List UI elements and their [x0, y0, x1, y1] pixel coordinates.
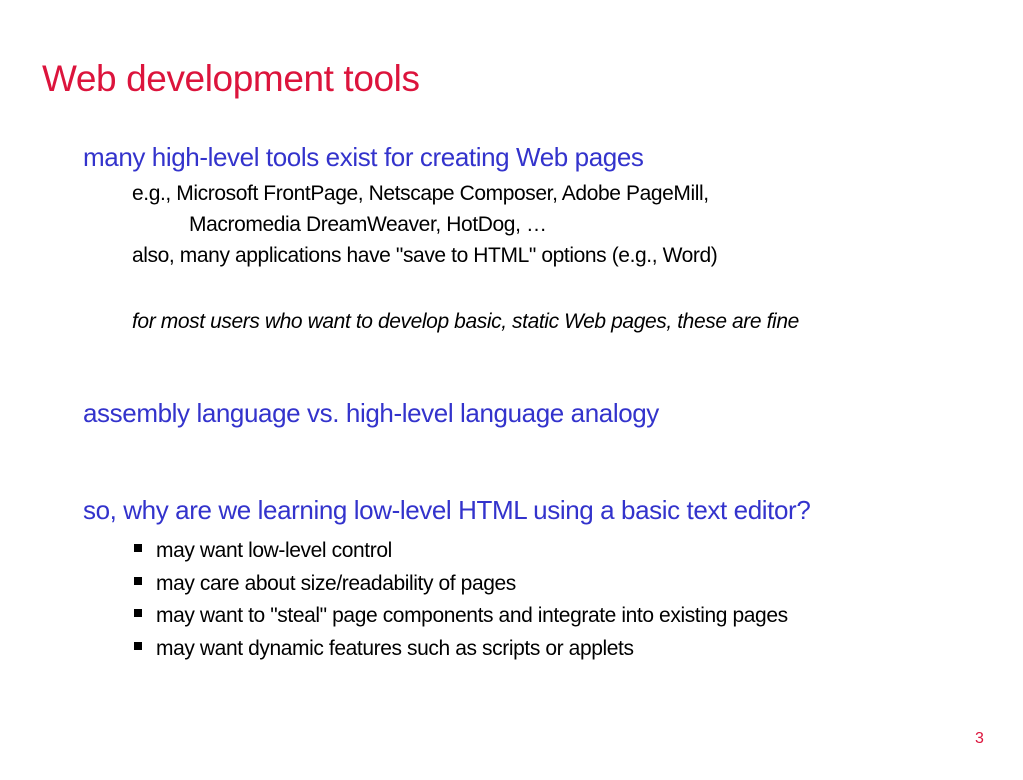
- most-users-note: for most users who want to develop basic…: [132, 310, 799, 333]
- slide-title: Web development tools: [42, 58, 420, 99]
- page-number: 3: [975, 730, 984, 747]
- list-item: may want low-level control: [132, 538, 788, 571]
- list-item-text: may care about size/readability of pages: [156, 571, 516, 595]
- list-item-text: may want dynamic features such as script…: [156, 636, 634, 660]
- list-item-text: may want to "steal" page components and …: [156, 604, 788, 627]
- tools-examples-line: e.g., Microsoft FrontPage, Netscape Comp…: [132, 182, 709, 205]
- heading-high-level-tools: many high-level tools exist for creating…: [83, 142, 644, 172]
- square-bullet-icon: [134, 544, 142, 553]
- save-to-html-line: also, many applications have "save to HT…: [132, 244, 718, 267]
- tools-examples-continued-line: Macromedia DreamWeaver, HotDog, …: [189, 213, 547, 236]
- list-item: may care about size/readability of pages: [132, 571, 788, 604]
- square-bullet-icon: [134, 576, 142, 585]
- reasons-list: may want low-level control may care abou…: [132, 538, 788, 668]
- square-bullet-icon: [134, 609, 142, 618]
- heading-analogy: assembly language vs. high-level languag…: [83, 398, 659, 428]
- list-item: may want dynamic features such as script…: [132, 636, 788, 669]
- list-item-text: may want low-level control: [156, 539, 392, 562]
- square-bullet-icon: [134, 641, 142, 650]
- heading-why-low-level: so, why are we learning low-level HTML u…: [83, 495, 811, 525]
- list-item: may want to "steal" page components and …: [132, 603, 788, 636]
